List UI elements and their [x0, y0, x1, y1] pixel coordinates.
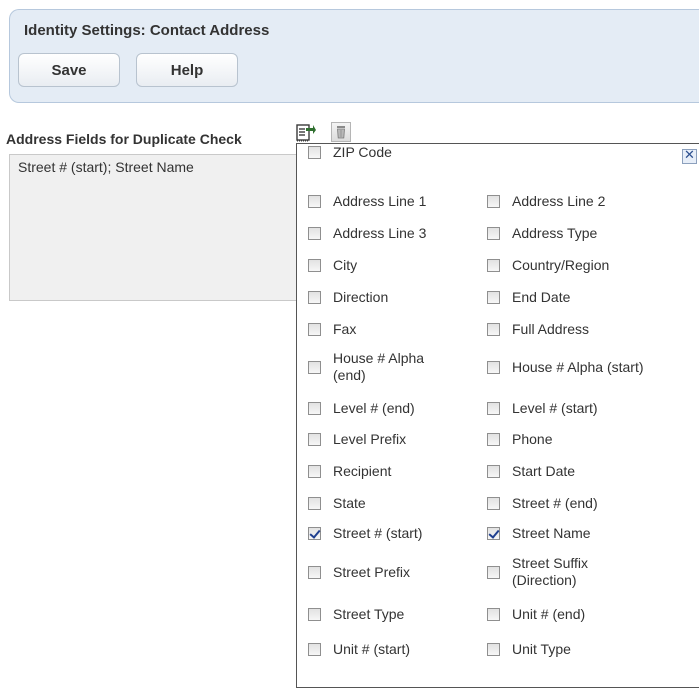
- option-level-start[interactable]: Level # (start): [487, 393, 687, 423]
- checkbox[interactable]: [487, 322, 500, 336]
- option-label: Level # (start): [512, 399, 598, 416]
- checkbox[interactable]: [308, 322, 321, 336]
- option-label: Start Date: [512, 462, 576, 479]
- checkbox[interactable]: [308, 432, 321, 446]
- option-street-prefix[interactable]: Street Prefix: [308, 549, 478, 595]
- checkbox[interactable]: [308, 526, 321, 540]
- option-zip-code[interactable]: ZIP Code: [308, 144, 478, 161]
- checkbox[interactable]: [487, 526, 500, 540]
- option-house-alpha-start[interactable]: House # Alpha (start): [487, 344, 687, 390]
- option-street-suffix-direction[interactable]: Street Suffix (Direction): [487, 549, 687, 595]
- option-end-date[interactable]: End Date: [487, 282, 687, 312]
- checkbox[interactable]: [308, 565, 321, 579]
- checkbox[interactable]: [308, 194, 321, 208]
- option-label: Address Type: [512, 224, 598, 241]
- option-full-address[interactable]: Full Address: [487, 314, 687, 344]
- option-level-prefix[interactable]: Level Prefix: [308, 424, 478, 454]
- close-icon[interactable]: ✕: [682, 149, 697, 164]
- option-label: Full Address: [512, 320, 590, 337]
- option-label: City: [333, 256, 358, 273]
- option-label: Fax: [333, 320, 357, 337]
- checkbox[interactable]: [487, 432, 500, 446]
- option-address-line-2[interactable]: Address Line 2: [487, 186, 687, 216]
- option-label: Address Line 1: [333, 192, 427, 209]
- option-label: Level Prefix: [333, 430, 407, 447]
- checkbox[interactable]: [487, 226, 500, 240]
- option-label: Street # (start): [333, 524, 423, 541]
- checkbox[interactable]: [308, 258, 321, 272]
- option-label: Recipient: [333, 462, 392, 479]
- option-street-type[interactable]: Street Type: [308, 599, 478, 629]
- option-country-region[interactable]: Country/Region: [487, 250, 687, 280]
- checkbox[interactable]: [308, 226, 321, 240]
- option-address-line-3[interactable]: Address Line 3: [308, 218, 478, 248]
- option-label: Street Type: [333, 605, 405, 622]
- option-street-end[interactable]: Street # (end): [487, 488, 687, 518]
- checkbox[interactable]: [308, 607, 321, 621]
- checkbox[interactable]: [487, 565, 500, 579]
- option-house-alpha-end[interactable]: House # Alpha (end): [308, 344, 478, 390]
- option-label: ZIP Code: [333, 144, 392, 160]
- option-label: Street # (end): [512, 494, 598, 511]
- option-state[interactable]: State: [308, 488, 478, 518]
- checkbox[interactable]: [308, 290, 321, 304]
- option-recipient[interactable]: Recipient: [308, 456, 478, 486]
- checkbox[interactable]: [487, 607, 500, 621]
- checkbox[interactable]: [308, 401, 321, 415]
- option-label: Direction: [333, 288, 389, 305]
- checkbox[interactable]: [308, 642, 321, 656]
- option-label: House # Alpha (end): [333, 350, 425, 383]
- select-list-icon[interactable]: [296, 122, 316, 142]
- checkbox[interactable]: [487, 401, 500, 415]
- option-unit-start[interactable]: Unit # (start): [308, 634, 478, 664]
- option-label: House # Alpha (start): [512, 358, 644, 375]
- checkbox[interactable]: [487, 290, 500, 304]
- option-label: End Date: [512, 288, 571, 305]
- option-address-line-1[interactable]: Address Line 1: [308, 186, 478, 216]
- option-label: Phone: [512, 430, 553, 447]
- option-unit-type[interactable]: Unit Type: [487, 634, 687, 664]
- option-label: Street Prefix: [333, 563, 411, 580]
- option-label: Street Name: [512, 524, 591, 541]
- option-label: Street Suffix (Direction): [512, 555, 589, 588]
- option-unit-end[interactable]: Unit # (end): [487, 599, 687, 629]
- option-street-name[interactable]: Street Name: [487, 518, 687, 548]
- page-title: Identity Settings: Contact Address: [24, 22, 270, 39]
- option-label: State: [333, 494, 366, 511]
- option-phone[interactable]: Phone: [487, 424, 687, 454]
- option-start-date[interactable]: Start Date: [487, 456, 687, 486]
- checkbox[interactable]: [487, 464, 500, 478]
- option-street-start[interactable]: Street # (start): [308, 518, 478, 548]
- option-label: Unit # (start): [333, 640, 411, 657]
- checkbox[interactable]: [308, 146, 321, 159]
- option-address-type[interactable]: Address Type: [487, 218, 687, 248]
- option-direction[interactable]: Direction: [308, 282, 478, 312]
- checkbox[interactable]: [308, 360, 321, 374]
- duplicate-check-value[interactable]: Street # (start); Street Name: [9, 154, 309, 301]
- checkbox[interactable]: [487, 642, 500, 656]
- option-label: Address Line 2: [512, 192, 606, 209]
- checkbox[interactable]: [308, 464, 321, 478]
- option-level-end[interactable]: Level # (end): [308, 393, 478, 423]
- save-button[interactable]: Save: [18, 53, 120, 87]
- checkbox[interactable]: [487, 194, 500, 208]
- help-button[interactable]: Help: [136, 53, 238, 87]
- duplicate-check-label: Address Fields for Duplicate Check: [6, 131, 242, 147]
- option-fax[interactable]: Fax: [308, 314, 478, 344]
- checkbox[interactable]: [487, 496, 500, 510]
- checkbox[interactable]: [487, 360, 500, 374]
- option-city[interactable]: City: [308, 250, 478, 280]
- option-label: Unit Type: [512, 640, 571, 657]
- option-label: Level # (end): [333, 399, 415, 416]
- checkbox[interactable]: [308, 496, 321, 510]
- checkbox[interactable]: [487, 258, 500, 272]
- option-label: Address Line 3: [333, 224, 427, 241]
- option-label: Unit # (end): [512, 605, 586, 622]
- trash-icon[interactable]: [331, 122, 351, 142]
- option-label: Country/Region: [512, 256, 610, 273]
- field-select-popup: ✕ Address Line 1 Address Line 2 Address Li…: [296, 143, 699, 688]
